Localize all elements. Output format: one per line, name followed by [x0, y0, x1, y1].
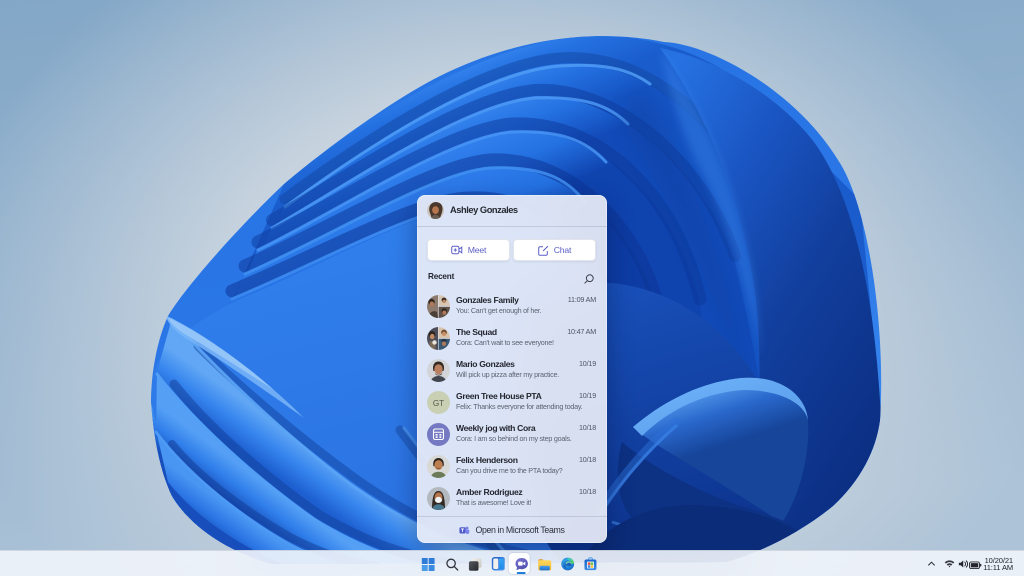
svg-text:GT: GT [433, 399, 444, 408]
